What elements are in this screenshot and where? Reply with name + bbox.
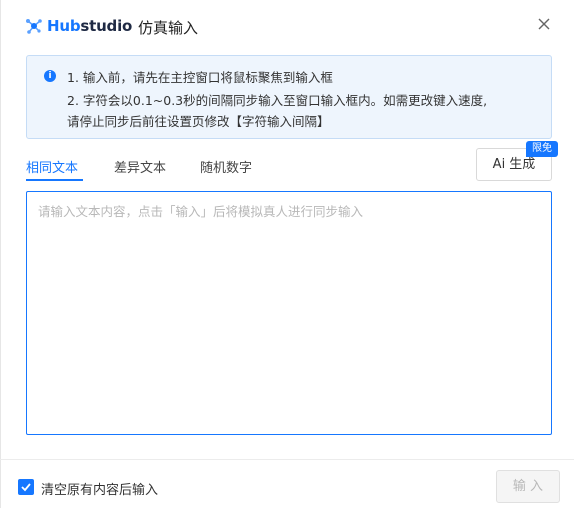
brand-name: Hubstudio — [47, 17, 132, 35]
brand-name-prefix: Hub — [47, 17, 81, 35]
checkmark-icon — [21, 483, 31, 492]
window-edge — [0, 0, 1, 508]
free-badge: 限免 — [526, 141, 558, 157]
tab-same-text[interactable]: 相同文本 — [26, 157, 78, 176]
clear-content-label[interactable]: 清空原有内容后输入 — [41, 479, 158, 498]
hubstudio-logo-icon — [26, 19, 42, 34]
clear-content-checkbox[interactable] — [18, 479, 34, 495]
text-input-area[interactable]: 请输入文本内容，点击「输入」后将模拟真人进行同步输入 — [26, 191, 552, 435]
info-icon: i — [44, 70, 56, 82]
brand-name-suffix: studio — [80, 17, 133, 35]
footer-divider — [0, 459, 574, 460]
text-input-placeholder: 请输入文本内容，点击「输入」后将模拟真人进行同步输入 — [38, 204, 364, 219]
info-line-2: 2. 字符会以0.1~0.3秒的间隔同步输入至窗口输入框内。如需更改键入速度, — [67, 93, 488, 108]
info-line-3: 请停止同步后前往设置页修改【字符输入间隔】 — [67, 114, 330, 129]
info-line-1: 1. 输入前，请先在主控窗口将鼠标聚焦到输入框 — [67, 70, 333, 85]
submit-input-button[interactable]: 输 入 — [496, 470, 560, 503]
info-banner: i 1. 输入前，请先在主控窗口将鼠标聚焦到输入框 2. 字符会以0.1~0.3… — [26, 55, 552, 139]
tab-different-text[interactable]: 差异文本 — [114, 157, 166, 176]
dialog-title: 仿真输入 — [138, 19, 199, 37]
close-icon[interactable] — [535, 15, 553, 33]
active-tab-indicator — [26, 179, 83, 181]
dialog-header: Hubstudio 仿真输入 — [0, 0, 574, 52]
tab-random-number[interactable]: 随机数字 — [200, 157, 252, 176]
brand-logo: Hubstudio — [25, 17, 132, 35]
